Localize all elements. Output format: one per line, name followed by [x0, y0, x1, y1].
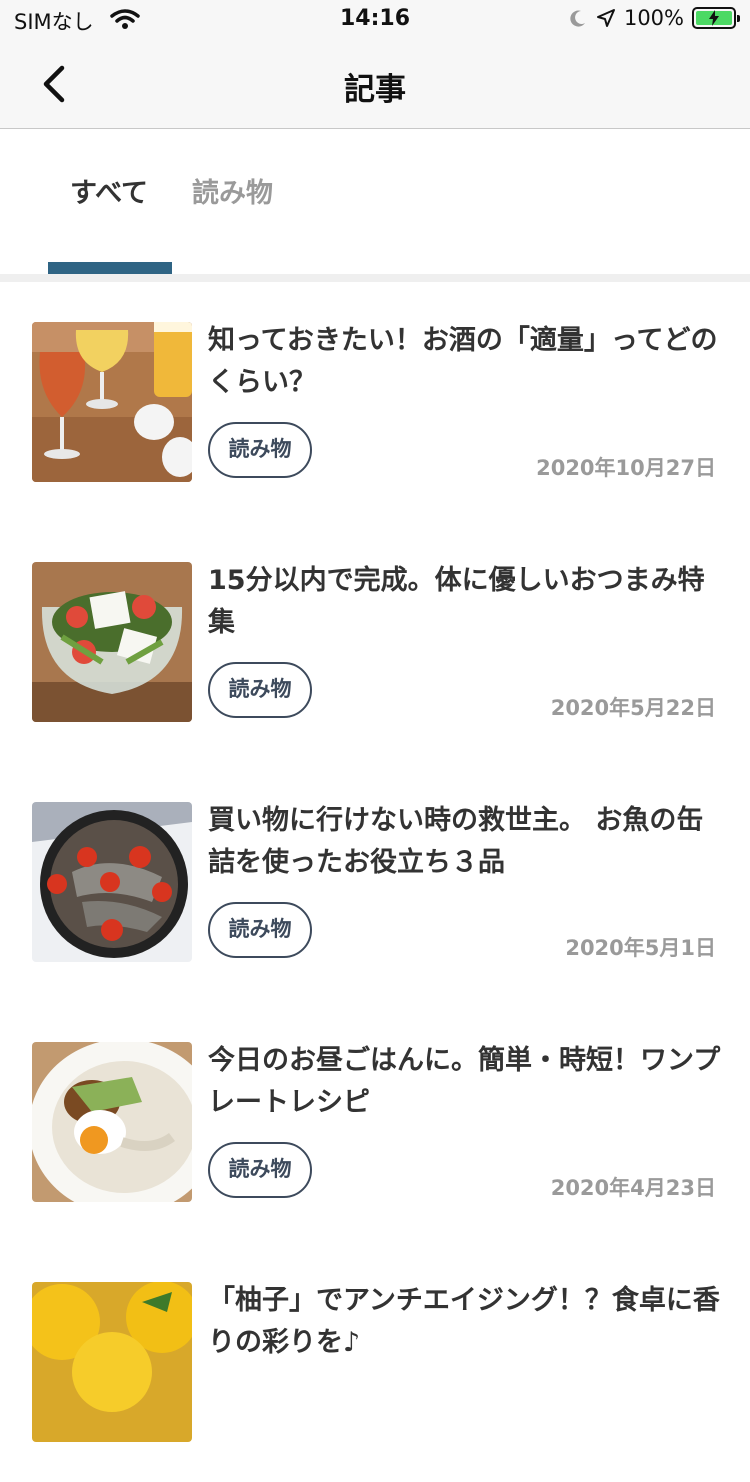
navigation-bar: 記事 [0, 40, 750, 129]
moon-icon [570, 10, 585, 27]
article-item[interactable]: 今日のお昼ごはんに。簡単・時短！ワンプレートレシピ 読み物 2020年4月23日 [0, 1002, 750, 1242]
battery-icon [692, 7, 740, 29]
article-date: 2020年4月23日 [550, 1176, 716, 1200]
article-thumbnail [32, 562, 192, 722]
category-tag[interactable]: 読み物 [208, 1142, 312, 1198]
tab-reading[interactable]: 読み物 [192, 171, 273, 210]
article-item[interactable]: 知っておきたい！お酒の「適量」ってどのくらい？ 読み物 2020年10月27日 [0, 282, 750, 522]
article-title: 15分以内で完成。体に優しいおつまみ特集 [208, 565, 705, 638]
article-thumbnail [32, 1282, 192, 1442]
article-date: 2020年10月27日 [536, 456, 716, 480]
category-tag[interactable]: 読み物 [208, 422, 312, 478]
battery-percent: 100% [623, 6, 684, 30]
article-title: 買い物に行けない時の救世主。 お魚の缶詰を使ったお役立ち３品 [208, 805, 704, 878]
tab-bar: すべて 読み物 [0, 129, 750, 274]
article-item[interactable]: 15分以内で完成。体に優しいおつまみ特集 読み物 2020年5月22日 [0, 522, 750, 762]
article-title: 「柚子」でアンチエイジング！？食卓に香りの彩りを♪ [208, 1285, 720, 1358]
article-item[interactable]: 「柚子」でアンチエイジング！？食卓に香りの彩りを♪ [0, 1242, 750, 1482]
active-tab-indicator [48, 262, 172, 274]
article-date: 2020年5月1日 [565, 936, 716, 960]
article-item[interactable]: 買い物に行けない時の救世主。 お魚の缶詰を使ったお役立ち３品 読み物 2020年… [0, 762, 750, 1002]
tab-all[interactable]: すべて [70, 171, 148, 210]
article-title: 知っておきたい！お酒の「適量」ってどのくらい？ [208, 325, 718, 398]
article-thumbnail [32, 322, 192, 482]
location-arrow-icon [596, 9, 615, 27]
page-title: 記事 [344, 72, 406, 108]
category-tag[interactable]: 読み物 [208, 902, 312, 958]
status-bar: SIMなし 14:16 100% [0, 0, 750, 40]
article-thumbnail [32, 802, 192, 962]
category-tag[interactable]: 読み物 [208, 662, 312, 718]
article-date: 2020年5月22日 [550, 696, 716, 720]
divider [0, 274, 750, 282]
article-title: 今日のお昼ごはんに。簡単・時短！ワンプレートレシピ [208, 1045, 721, 1118]
status-right: 100% [568, 6, 740, 30]
article-thumbnail [32, 1042, 192, 1202]
